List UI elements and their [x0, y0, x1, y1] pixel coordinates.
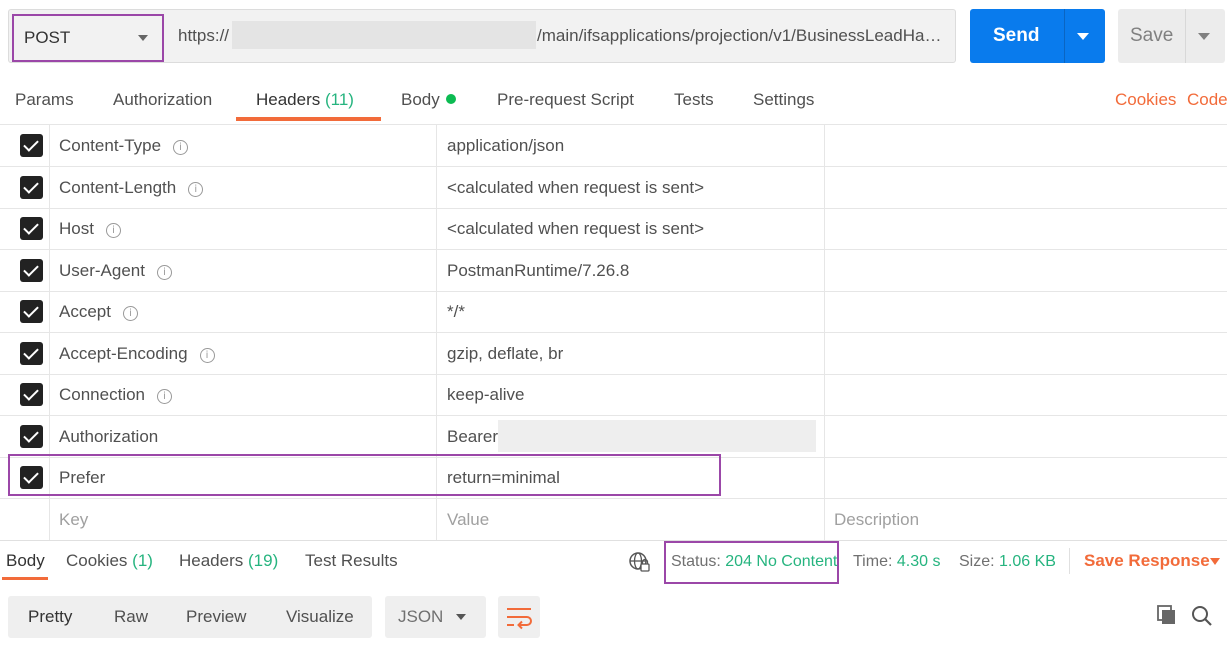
language-value: JSON: [398, 607, 444, 626]
tab-headers-label: Headers: [256, 90, 321, 109]
table-row: Content-Type i application/json: [0, 125, 1227, 167]
table-row: User-Agent i PostmanRuntime/7.26.8: [0, 250, 1227, 292]
tab-params[interactable]: Params: [15, 90, 74, 110]
table-row: Host i <calculated when request is sent>: [0, 208, 1227, 250]
language-select[interactable]: JSON: [385, 596, 486, 638]
view-raw-button[interactable]: Raw: [114, 607, 148, 627]
url-input[interactable]: /main/ifsapplications/projection/v1/Busi…: [537, 26, 941, 46]
header-enabled-checkbox[interactable]: [20, 259, 43, 282]
header-key[interactable]: Host i: [59, 219, 121, 239]
header-value[interactable]: <calculated when request is sent>: [447, 178, 704, 198]
view-visualize-button[interactable]: Visualize: [286, 607, 354, 627]
tab-headers-count: (11): [325, 90, 354, 109]
header-value[interactable]: */*: [447, 302, 465, 322]
save-label: Save: [1130, 25, 1174, 46]
header-value[interactable]: <calculated when request is sent>: [447, 219, 704, 239]
header-value[interactable]: PostmanRuntime/7.26.8: [447, 261, 629, 281]
save-divider: [1185, 9, 1186, 63]
info-icon: i: [122, 306, 138, 321]
save-response-button[interactable]: Save Response: [1084, 551, 1210, 571]
prefer-row-highlight: [8, 454, 721, 496]
header-value[interactable]: gzip, deflate, br: [447, 344, 563, 364]
response-tab-body[interactable]: Body: [6, 551, 45, 571]
response-tab-cookies[interactable]: Cookies (1): [66, 551, 153, 571]
send-divider: [1064, 9, 1065, 63]
tab-authorization[interactable]: Authorization: [113, 90, 212, 110]
header-enabled-checkbox[interactable]: [20, 217, 43, 240]
send-button[interactable]: Send: [970, 9, 1105, 63]
info-icon: i: [105, 223, 121, 238]
header-enabled-checkbox[interactable]: [20, 176, 43, 199]
chevron-down-icon: [456, 614, 466, 620]
tab-settings[interactable]: Settings: [753, 90, 814, 110]
cookies-link[interactable]: Cookies: [1115, 90, 1176, 110]
wrap-lines-icon: [507, 608, 532, 630]
size-readout[interactable]: Size: 1.06 KB: [959, 553, 1056, 571]
tab-tests[interactable]: Tests: [674, 90, 714, 110]
method-value: POST: [24, 28, 71, 47]
view-mode-group: Pretty Raw Preview Visualize: [8, 596, 372, 638]
divider: [1069, 548, 1070, 574]
body-set-indicator-icon: [445, 94, 456, 104]
info-icon: i: [188, 182, 204, 197]
url-prefix[interactable]: https://: [178, 26, 229, 46]
response-divider: [0, 540, 1227, 541]
new-value-input[interactable]: Value: [447, 510, 489, 530]
header-value[interactable]: application/json: [447, 136, 564, 156]
table-row: Accept i */*: [0, 291, 1227, 333]
tab-body[interactable]: Body: [401, 90, 456, 110]
header-key[interactable]: Connection i: [59, 385, 173, 405]
info-icon: i: [156, 265, 172, 280]
info-icon: i: [157, 389, 173, 404]
status-readout: Status: 204 No Content: [671, 553, 838, 570]
redacted-token: [498, 420, 816, 452]
send-label: Send: [993, 25, 1040, 46]
header-key[interactable]: Accept-Encoding i: [59, 344, 215, 364]
response-tab-headers[interactable]: Headers (19): [179, 551, 278, 571]
status-value: 204 No Content: [725, 553, 838, 570]
header-enabled-checkbox[interactable]: [20, 425, 43, 448]
view-pretty-button[interactable]: Pretty: [28, 607, 72, 627]
table-row: Authorization Bearer: [0, 416, 1227, 458]
save-button[interactable]: Save: [1118, 9, 1225, 63]
response-tab-test-results[interactable]: Test Results: [305, 551, 398, 571]
header-enabled-checkbox[interactable]: [20, 300, 43, 323]
chevron-down-icon[interactable]: [1210, 558, 1220, 565]
active-response-tab-indicator: [2, 577, 48, 580]
header-enabled-checkbox[interactable]: [20, 134, 43, 157]
table-row: Content-Length i <calculated when request…: [0, 167, 1227, 209]
network-globe-icon[interactable]: [628, 551, 650, 573]
header-value[interactable]: keep-alive: [447, 385, 525, 405]
wrap-lines-button[interactable]: [498, 596, 540, 638]
code-link[interactable]: Code: [1187, 90, 1227, 110]
header-key[interactable]: User-Agent i: [59, 261, 172, 281]
new-header-row: Key Value Description: [0, 499, 1227, 541]
header-key[interactable]: Content-Type i: [59, 136, 189, 156]
save-options-chevron-icon[interactable]: [1198, 33, 1210, 40]
table-row: Connection i keep-alive: [0, 374, 1227, 416]
header-enabled-checkbox[interactable]: [20, 342, 43, 365]
copy-icon[interactable]: [1156, 604, 1178, 626]
info-icon: i: [173, 140, 189, 155]
header-key[interactable]: Content-Length i: [59, 178, 204, 198]
search-icon[interactable]: [1190, 604, 1214, 628]
time-readout[interactable]: Time: 4.30 s: [853, 553, 940, 571]
chevron-down-icon: [138, 35, 148, 41]
tab-headers[interactable]: Headers (11): [256, 90, 354, 110]
new-key-input[interactable]: Key: [59, 510, 88, 530]
header-key[interactable]: Accept i: [59, 302, 138, 322]
tab-pre-request-script[interactable]: Pre-request Script: [497, 90, 634, 110]
redacted-host: [232, 21, 536, 49]
header-enabled-checkbox[interactable]: [20, 383, 43, 406]
tab-body-label: Body: [401, 90, 440, 109]
new-description-input[interactable]: Description: [834, 510, 919, 530]
active-tab-indicator: [236, 117, 381, 121]
view-preview-button[interactable]: Preview: [186, 607, 246, 627]
header-value[interactable]: Bearer: [447, 427, 498, 447]
send-options-chevron-icon[interactable]: [1077, 33, 1089, 40]
header-key[interactable]: Authorization: [59, 427, 158, 447]
info-icon: i: [199, 348, 215, 363]
table-row: Accept-Encoding i gzip, deflate, br: [0, 333, 1227, 375]
method-select[interactable]: POST: [12, 14, 164, 62]
